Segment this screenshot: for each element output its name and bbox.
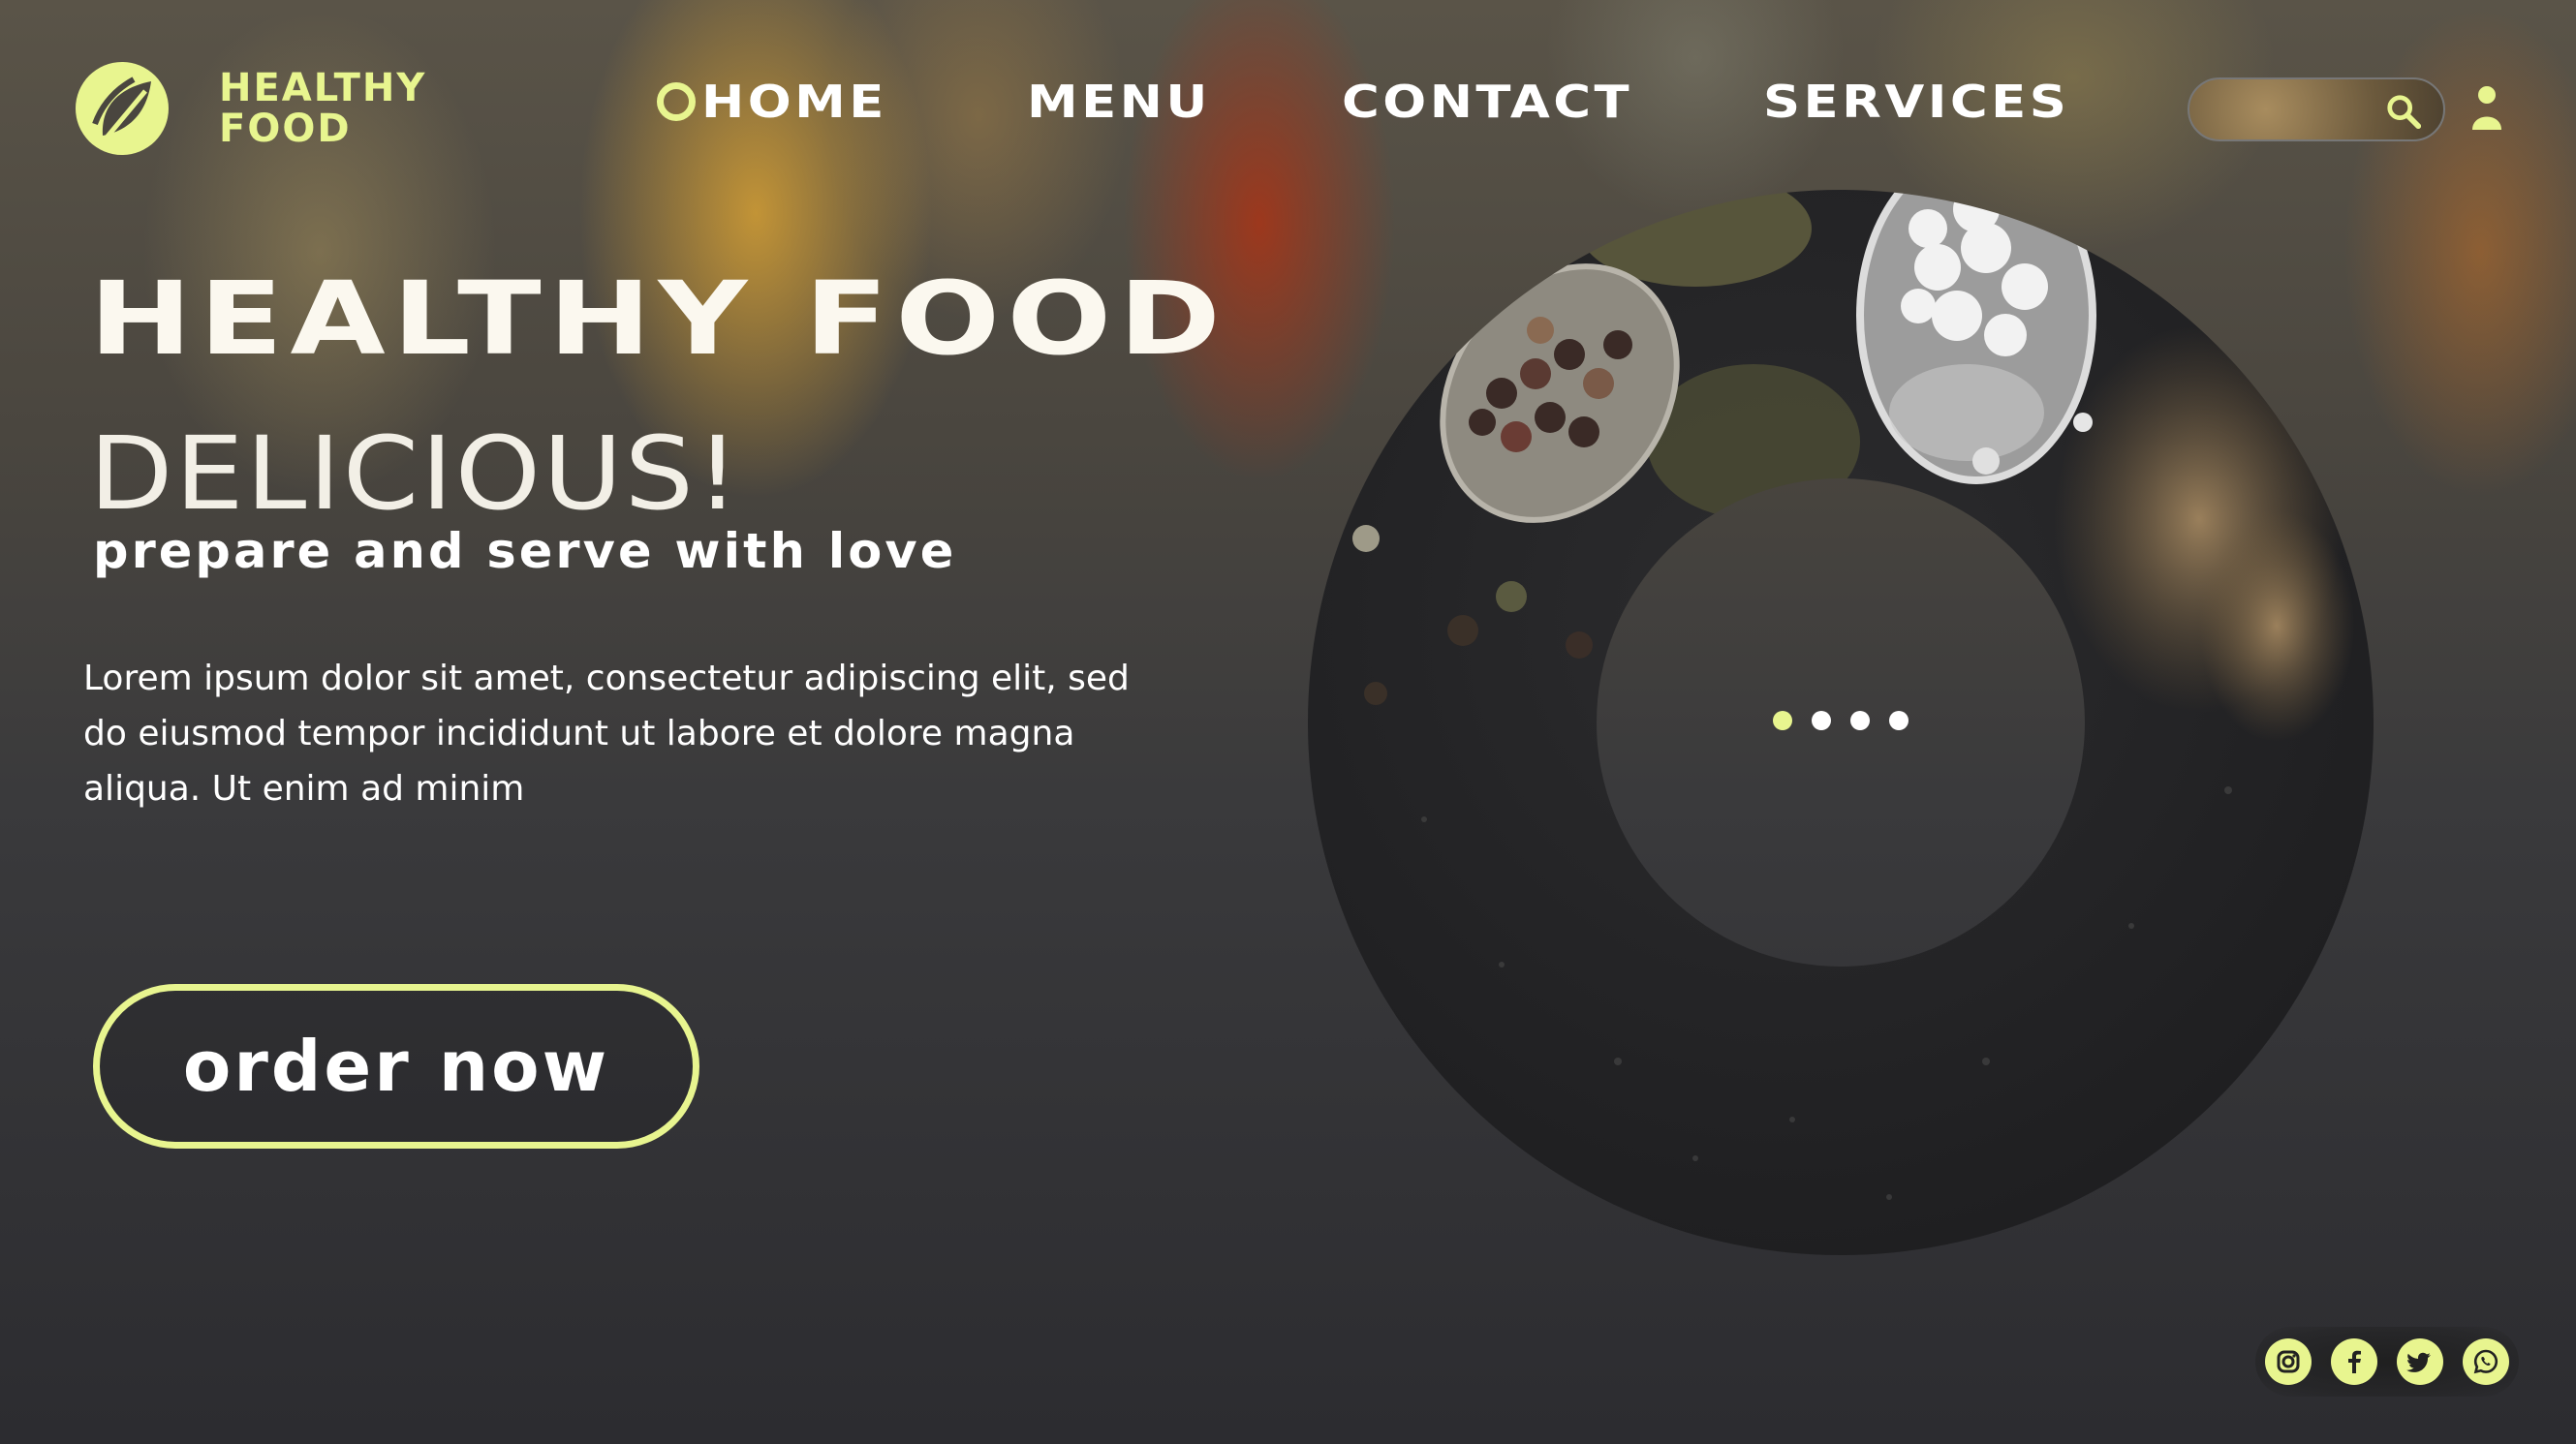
instagram-icon[interactable] <box>2265 1338 2312 1385</box>
hero-title: HEALTHY FOOD <box>89 260 1228 378</box>
search-bar[interactable] <box>2188 77 2445 141</box>
order-now-button[interactable]: order now <box>93 984 699 1149</box>
leaf-logo-icon <box>76 62 169 155</box>
whatsapp-icon[interactable] <box>2463 1338 2509 1385</box>
nav-item-home[interactable]: HOME <box>657 76 884 128</box>
nav-item-contact[interactable]: CONTACT <box>1342 76 1632 128</box>
twitter-icon[interactable] <box>2397 1338 2443 1385</box>
nav-item-menu[interactable]: MENU <box>1027 76 1211 128</box>
nav-item-services[interactable]: SERVICES <box>1763 76 2069 128</box>
slider-dot-1[interactable] <box>1773 711 1792 730</box>
brand-line-1: HEALTHY <box>219 66 427 110</box>
facebook-icon[interactable] <box>2331 1338 2377 1385</box>
search-icon[interactable] <box>2385 93 2422 130</box>
slider-dots <box>1773 711 1928 730</box>
slider-dot-2[interactable] <box>1812 711 1831 730</box>
slider-dot-4[interactable] <box>1889 711 1909 730</box>
brand-line-2: FOOD <box>219 107 352 151</box>
hero-tagline: prepare and serve with love <box>93 523 957 579</box>
social-links <box>2255 1327 2519 1397</box>
user-icon[interactable] <box>2470 85 2503 132</box>
nav-home-link[interactable]: HOME <box>701 76 887 128</box>
brand-logo[interactable]: HEALTHY FOOD <box>74 60 426 157</box>
slider-dot-3[interactable] <box>1850 711 1870 730</box>
active-indicator-icon <box>657 82 696 121</box>
hero-subtitle: DELICIOUS! <box>89 415 742 533</box>
hero-description: Lorem ipsum dolor sit amet, consectetur … <box>83 659 1130 809</box>
brand-name: HEALTHY FOOD <box>219 68 426 149</box>
